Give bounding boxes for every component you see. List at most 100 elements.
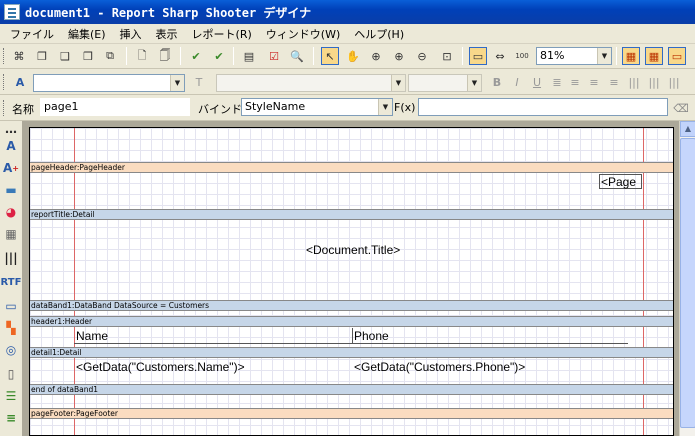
database-icon[interactable]: ▤ <box>240 47 258 65</box>
page-number-field[interactable]: <Page <box>599 174 642 189</box>
band-page-footer[interactable]: pageFooter:PageFooter <box>30 408 673 419</box>
column-phone-header[interactable]: Phone <box>354 329 389 343</box>
band-end-databand[interactable]: end of dataBand1 <box>30 384 673 395</box>
menu-report[interactable]: レポート(R) <box>192 26 252 42</box>
zoom-out-icon[interactable]: ⊖ <box>413 47 431 65</box>
header-underline <box>74 343 628 344</box>
report-page[interactable]: pageHeader:PageHeader <Page reportTitle:… <box>29 127 674 436</box>
align-right-icon: ≡ <box>609 75 619 89</box>
menu-insert[interactable]: 挿入 <box>120 26 142 42</box>
band-detail[interactable]: detail1:Detail <box>30 347 673 358</box>
menu-edit[interactable]: 編集(E) <box>68 26 106 42</box>
name-field[interactable]: page1 <box>40 98 190 116</box>
expression-input[interactable] <box>418 98 668 116</box>
wrap-icon: ||| <box>668 75 680 89</box>
bind-combo[interactable]: StyleName ▼ <box>241 98 393 116</box>
align-center-icon: ≡ <box>589 75 599 89</box>
rtf-icon[interactable]: RTF <box>1 273 22 291</box>
toolbar-grip[interactable] <box>3 100 6 116</box>
zoom-icon[interactable]: ⊕ <box>367 47 385 65</box>
band-view-icon[interactable]: ▭ <box>668 47 686 65</box>
name-data-field[interactable]: <GetData("Customers.Name")> <box>76 360 245 374</box>
bold-button: B <box>492 75 502 89</box>
align-left-icon: ≡ <box>570 75 580 89</box>
title-bar[interactable]: document1 - Report Sharp Shooter デザイナ <box>0 0 695 24</box>
bind-value: StyleName <box>245 100 306 113</box>
barcode-icon[interactable]: ||| <box>2 249 20 267</box>
pointer-icon[interactable]: ↖ <box>321 47 339 65</box>
add-page-icon[interactable]: 🗋 <box>133 47 151 65</box>
app-icon <box>4 4 20 20</box>
toolbar-grip[interactable] <box>3 48 6 64</box>
richtext-icon[interactable]: A + <box>2 159 20 177</box>
gauge-icon[interactable]: ◎ <box>2 341 20 359</box>
check-icon[interactable]: ✔ <box>187 47 205 65</box>
document-title-field[interactable]: <Document.Title> <box>306 243 400 257</box>
crosstab-icon[interactable]: ▚ <box>2 319 20 337</box>
zoom-100-icon[interactable]: 100 <box>513 47 531 65</box>
chevron-down-icon[interactable]: ▼ <box>170 75 184 91</box>
band-page-header[interactable]: pageHeader:PageHeader <box>30 162 673 173</box>
hand-icon[interactable]: ✋ <box>344 47 362 65</box>
band-header[interactable]: header1:Header <box>30 316 673 327</box>
scroll-up-icon[interactable]: ▲ <box>680 121 695 137</box>
chart-icon[interactable]: ◕ <box>2 203 20 221</box>
underline-button: U <box>532 75 542 89</box>
scroll-thumb[interactable] <box>680 138 695 428</box>
menu-file[interactable]: ファイル <box>10 26 54 42</box>
zoom-in-icon[interactable]: ⊕ <box>390 47 408 65</box>
italic-button: I <box>515 75 519 89</box>
shape-icon[interactable]: ▦ <box>2 225 20 243</box>
menu-help[interactable]: ヘルプ(H) <box>354 26 404 42</box>
font-size-combo: ▼ <box>408 74 482 92</box>
zoom-combo[interactable]: 81% ▼ <box>536 47 612 65</box>
align-icon[interactable]: ⧉ <box>101 47 119 65</box>
font-icon[interactable]: A <box>11 73 29 91</box>
snap-grid-icon[interactable]: ▦ <box>645 47 663 65</box>
zoom-value: 81% <box>540 49 565 62</box>
remove-page-icon[interactable]: 🗍 <box>156 47 174 65</box>
arrange-icon[interactable]: ❒ <box>79 47 97 65</box>
tool-palette: ⋯ A A + ▬ ◕ ▦ ||| RTF ▭ ▚ ◎ ▯ ☰ ≡ <box>0 121 22 436</box>
chevron-down-icon[interactable]: ▼ <box>378 99 392 115</box>
toolbar-grip[interactable] <box>3 74 6 90</box>
property-toolbar: 名称 page1 バインド StyleName ▼ F(x) ⌫ <box>0 95 695 121</box>
grid-icon[interactable]: ▦ <box>622 47 640 65</box>
eraser-icon[interactable]: ⌫ <box>672 99 690 117</box>
font-combo[interactable]: ▼ <box>33 74 185 92</box>
fit-width-icon[interactable]: ⇔ <box>491 47 509 65</box>
clear-format-icon: T <box>195 75 203 89</box>
format-toolbar: A ▼ T ▼ ▼ B I U ≣ ≡ ≡ ≡ ||| ||| ||| <box>0 70 695 95</box>
databand-icon[interactable]: ☰ <box>2 387 20 405</box>
vertical-scrollbar[interactable]: ▲ <box>679 121 695 436</box>
image-icon[interactable]: ▬ <box>2 181 20 199</box>
page-icon[interactable]: ▯ <box>2 365 20 383</box>
phone-data-field[interactable]: <GetData("Customers.Phone")> <box>354 360 525 374</box>
panel-icon[interactable]: ▭ <box>2 297 20 315</box>
font-name-combo: ▼ <box>216 74 406 92</box>
band-icon[interactable]: ≡ <box>2 409 20 427</box>
copy-icon[interactable]: ❐ <box>33 47 51 65</box>
fx-label: F(x) <box>394 101 416 114</box>
zoom-region-icon[interactable]: ⊡ <box>438 47 456 65</box>
menu-view[interactable]: 表示 <box>156 26 178 42</box>
checkbox-icon[interactable]: ☑ <box>265 47 283 65</box>
check-all-icon[interactable]: ✔ <box>210 47 228 65</box>
page-number-text: <Page <box>601 175 637 189</box>
chevron-down-icon: ▼ <box>391 75 405 91</box>
band-data-band[interactable]: dataBand1:DataBand DataSource = Customer… <box>30 300 673 311</box>
text-tool-icon[interactable]: A <box>2 137 20 155</box>
hierarchy-icon[interactable]: ⌘ <box>10 47 28 65</box>
menu-bar: ファイル 編集(E) 挿入 表示 レポート(R) ウィンドウ(W) ヘルプ(H) <box>0 24 695 44</box>
strike-icon: ≣ <box>552 75 562 89</box>
window-title: document1 - Report Sharp Shooter デザイナ <box>25 5 312 20</box>
chevron-down-icon[interactable]: ▼ <box>597 48 611 64</box>
justify-icon: ||| <box>628 75 640 89</box>
preview-icon[interactable]: 🔍 <box>288 47 306 65</box>
fit-page-icon[interactable]: ▭ <box>469 47 487 65</box>
column-name-header[interactable]: Name <box>76 329 108 343</box>
chevron-down-icon: ▼ <box>467 75 481 91</box>
menu-window[interactable]: ウィンドウ(W) <box>266 26 340 42</box>
band-report-title[interactable]: reportTitle:Detail <box>30 209 673 220</box>
group-icon[interactable]: ❑ <box>56 47 74 65</box>
